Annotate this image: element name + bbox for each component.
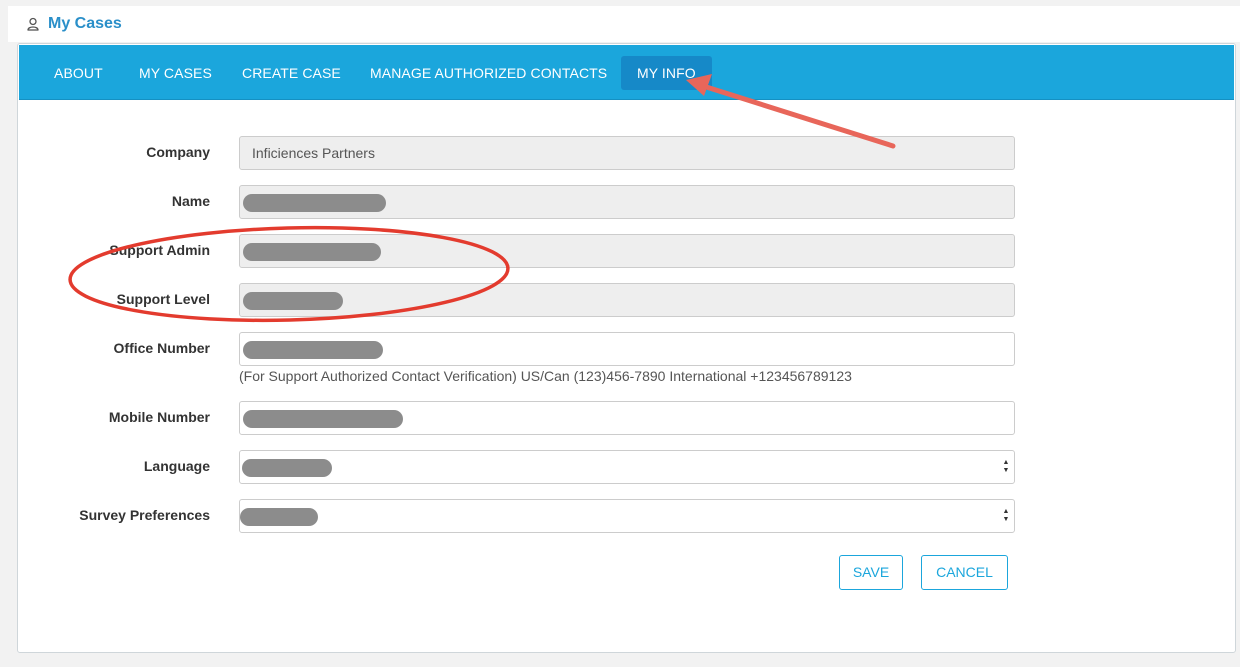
support-admin-field — [239, 234, 1015, 268]
office-number-label: Office Number — [113, 340, 210, 356]
tab-my-cases[interactable]: MY CASES — [123, 56, 228, 90]
name-field — [239, 185, 1015, 219]
redaction-mark — [243, 243, 381, 261]
redaction-mark — [243, 341, 383, 359]
language-select[interactable]: ▲ ▼ — [239, 450, 1015, 484]
tab-my-info[interactable]: MY INFO — [621, 56, 712, 90]
redaction-mark — [243, 194, 386, 212]
user-icon — [26, 17, 40, 31]
support-level-label: Support Level — [116, 291, 210, 307]
language-label: Language — [143, 458, 210, 474]
redaction-mark — [240, 508, 318, 526]
page-title[interactable]: My Cases — [26, 12, 122, 36]
office-number-help-text: (For Support Authorized Contact Verifica… — [239, 368, 852, 384]
select-arrows-icon: ▲ ▼ — [1002, 459, 1010, 474]
tab-create-case[interactable]: CREATE CASE — [226, 56, 357, 90]
tab-about[interactable]: ABOUT — [38, 56, 119, 90]
page-title-text: My Cases — [48, 15, 122, 32]
redaction-mark — [243, 292, 343, 310]
redaction-mark — [242, 459, 332, 477]
mobile-number-input[interactable] — [239, 401, 1015, 435]
support-level-field — [239, 283, 1015, 317]
select-arrows-icon: ▲ ▼ — [1002, 508, 1010, 523]
company-field: Inficiences Partners — [239, 136, 1015, 170]
company-value: Inficiences Partners — [252, 145, 375, 161]
tab-manage-authorized-contacts[interactable]: MANAGE AUTHORIZED CONTACTS — [354, 56, 623, 90]
survey-preferences-select[interactable]: ▲ ▼ — [239, 499, 1015, 533]
cancel-button[interactable]: CANCEL — [921, 555, 1008, 590]
survey-preferences-label: Survey Preferences — [79, 507, 210, 523]
company-label: Company — [146, 144, 210, 160]
mobile-number-label: Mobile Number — [108, 409, 210, 425]
support-admin-label: Support Admin — [109, 242, 210, 258]
office-number-input[interactable] — [239, 332, 1015, 366]
save-button[interactable]: SAVE — [839, 555, 903, 590]
name-label: Name — [171, 193, 210, 209]
nav-bar: ABOUT MY CASES CREATE CASE MANAGE AUTHOR… — [19, 45, 1234, 100]
redaction-mark — [243, 410, 403, 428]
top-bar: My Cases — [8, 6, 1240, 42]
